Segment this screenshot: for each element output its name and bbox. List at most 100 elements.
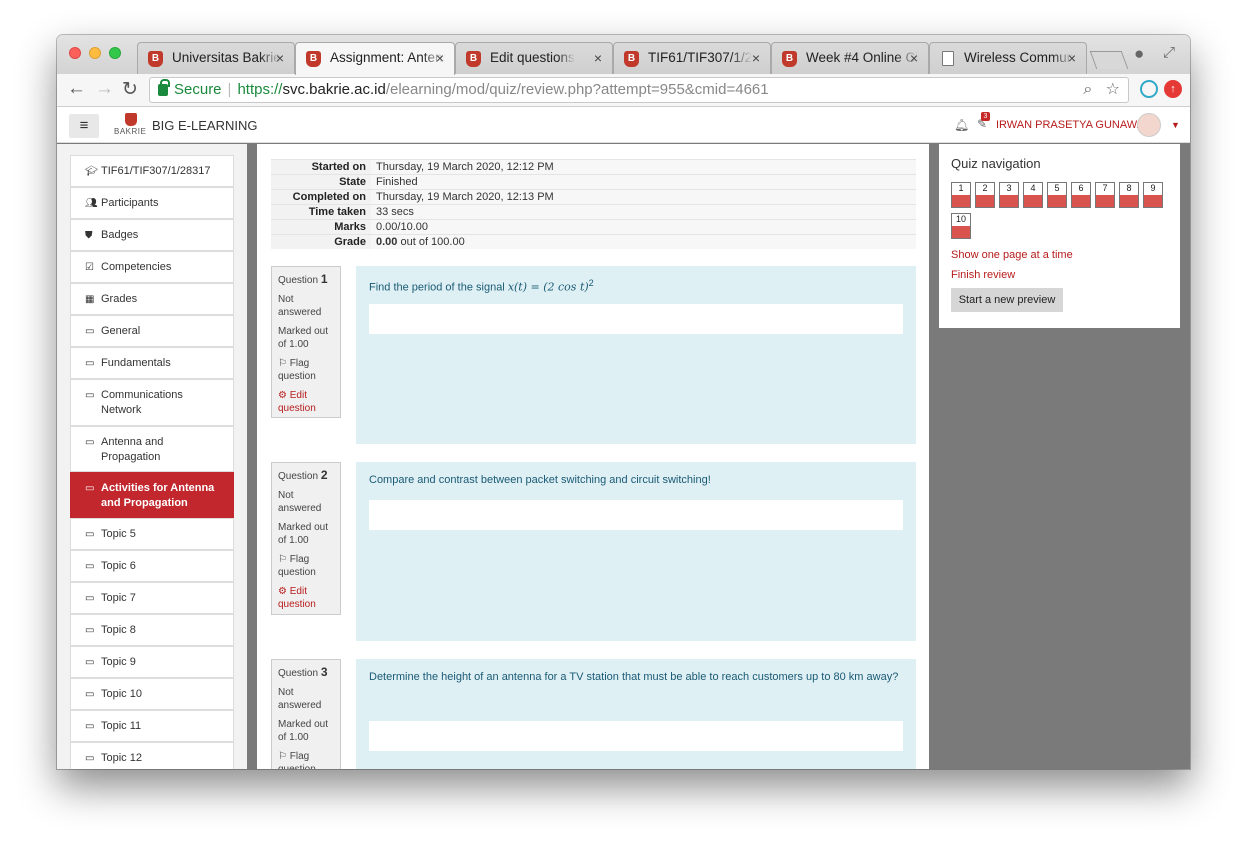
answer-area[interactable] (369, 500, 903, 530)
quiz-nav-button[interactable]: 4 (1023, 182, 1043, 208)
extension-icon[interactable] (1140, 80, 1158, 98)
bakrie-favicon-icon: B (466, 51, 481, 67)
edit-question-link[interactable]: ⚙ Edit question (278, 389, 334, 415)
tab-edit-questions[interactable]: B Edit questions × (455, 42, 613, 74)
quiz-nav-button[interactable]: 3 (999, 182, 1019, 208)
quiz-nav-button[interactable]: 7 (1095, 182, 1115, 208)
sidebar-item-competencies[interactable]: ☑ Competencies (70, 251, 234, 283)
tab-course[interactable]: B TIF61/TIF307/1/2 × (613, 42, 771, 74)
question-marks: Marked out of 1.00 (278, 522, 329, 546)
summary-value: 33 secs (371, 204, 916, 220)
quiz-nav-button[interactable]: 10 (951, 213, 971, 239)
chevron-down-icon[interactable]: ▼ (1171, 120, 1180, 130)
gear-icon: ⚙ (278, 390, 290, 401)
sidebar-item-antenna[interactable]: ▭ Antenna and Propagation (70, 426, 234, 472)
forward-icon[interactable]: → (95, 78, 114, 100)
extension-upload-icon[interactable]: ↑ (1164, 80, 1182, 98)
drawer-toggle-button[interactable]: ≡ (69, 114, 99, 138)
tab-close-icon[interactable]: × (594, 50, 602, 66)
sidebar-item-topic-8[interactable]: ▭ Topic 8 (70, 614, 234, 646)
finish-review-link[interactable]: Finish review (951, 269, 1015, 281)
close-window-button[interactable] (69, 47, 81, 59)
divider: | (227, 81, 232, 98)
avatar[interactable] (1137, 113, 1161, 137)
edit-question-link[interactable]: ⚙ Edit question (278, 585, 334, 611)
show-one-page-link[interactable]: Show one page at a time (951, 249, 1073, 261)
minimize-window-button[interactable] (89, 47, 101, 59)
sidebar-item-topic-5[interactable]: ▭ Topic 5 (70, 518, 234, 550)
sidebar-item-grades[interactable]: ▦ Grades (70, 283, 234, 315)
sidebar-item-participants[interactable]: 👥︎ Participants (70, 187, 234, 219)
sidebar-item-course[interactable]: 🎓︎ TIF61/TIF307/1/28317 (70, 155, 234, 187)
back-icon[interactable]: ← (67, 78, 86, 100)
sidebar-item-badges[interactable]: ⛊ Badges (70, 219, 234, 251)
sidebar-item-topic-6[interactable]: ▭ Topic 6 (70, 550, 234, 582)
tab-week4[interactable]: B Week #4 Online Cl × (771, 42, 929, 74)
fullscreen-icon[interactable]: ⤢ (1163, 44, 1175, 61)
zoom-icon[interactable]: ⌕ (1083, 81, 1092, 98)
site-name[interactable]: BIG E-LEARNING (152, 118, 257, 133)
summary-label: State (271, 174, 371, 190)
tab-close-icon[interactable]: × (752, 50, 760, 66)
tab-wireless[interactable]: Wireless Commun × (929, 42, 1087, 74)
question-marks: Marked out of 1.00 (278, 719, 329, 743)
sidebar-item-label: General (101, 325, 141, 337)
quiz-nav-button[interactable]: 5 (1047, 182, 1067, 208)
user-name[interactable]: IRWAN PRASETYA GUNAWAN (996, 119, 1152, 131)
tab-label: Week #4 Online Cl (806, 50, 919, 65)
question-marks: Marked out of 1.00 (278, 326, 329, 350)
answer-area[interactable] (369, 721, 903, 751)
flag-question-link[interactable]: ⚐ Flag question (278, 357, 334, 383)
folder-icon: ▭ (85, 358, 95, 369)
tab-close-icon[interactable]: × (1068, 50, 1076, 66)
question-text: Determine the height of an antenna for a… (369, 671, 899, 683)
address-bar[interactable]: Secure | https://svc.bakrie.ac.id/elearnin… (149, 77, 1129, 103)
bookmark-star-icon[interactable]: ☆ (1106, 81, 1120, 98)
grade-score: 0.00 (376, 236, 398, 248)
sidebar-item-topic-9[interactable]: ▭ Topic 9 (70, 646, 234, 678)
quiz-nav-button[interactable]: 8 (1119, 182, 1139, 208)
sidebar-item-topic-10[interactable]: ▭ Topic 10 (70, 678, 234, 710)
tab-close-icon[interactable]: × (910, 50, 918, 66)
grade-suffix: out of 100.00 (400, 236, 465, 248)
summary-label: Marks (271, 219, 371, 235)
sidebar-item-topic-7[interactable]: ▭ Topic 7 (70, 582, 234, 614)
sidebar-item-fundamentals[interactable]: ▭ Fundamentals (70, 347, 234, 379)
tab-universitas-bakrie[interactable]: B Universitas Bakrie × (137, 42, 295, 74)
quiz-nav-button[interactable]: 1 (951, 182, 971, 208)
answer-area[interactable] (369, 304, 903, 334)
checkbox-icon: ☑ (85, 262, 94, 273)
sidebar-item-topic-11[interactable]: ▭ Topic 11 (70, 710, 234, 742)
sidebar-item-label: Activities for Antenna and Propagation (101, 482, 215, 509)
flag-question-link[interactable]: ⚐ Flag question (278, 553, 334, 579)
reload-icon[interactable]: ↻ (122, 78, 138, 101)
bell-icon[interactable]: 🔔︎ (954, 118, 969, 132)
tab-close-icon[interactable]: × (436, 50, 444, 66)
sidebar-item-communications-network[interactable]: ▭ Communications Network (70, 379, 234, 426)
browser-window: B Universitas Bakrie × B Assignment: Ant… (57, 35, 1190, 769)
flag-icon: ⚐ (278, 554, 290, 565)
sidebar-item-general[interactable]: ▭ General (70, 315, 234, 347)
tab-assignment[interactable]: B Assignment: Antenna × (295, 42, 455, 75)
tab-label: Universitas Bakrie (172, 50, 281, 65)
new-tab-button[interactable] (1089, 51, 1129, 69)
sidebar-item-label: Topic 12 (101, 752, 142, 764)
attempt-summary-table: Started on Thursday, 19 March 2020, 12:12… (271, 159, 916, 249)
quiz-nav-button[interactable]: 9 (1143, 182, 1163, 208)
quiz-nav-button[interactable]: 2 (975, 182, 995, 208)
maximize-window-button[interactable] (109, 47, 121, 59)
quiz-nav-button[interactable]: 6 (1071, 182, 1091, 208)
profile-icon[interactable]: ● (1134, 44, 1144, 64)
sidebar-item-topic-12[interactable]: ▭ Topic 12 (70, 742, 234, 769)
flag-question-link[interactable]: ⚐ Flag question (278, 750, 334, 769)
bakrie-logo-icon (125, 113, 137, 126)
site-navbar: ≡ BAKRIE BIG E-LEARNING 🔔︎ ✎ 3 IRWAN PRA… (57, 108, 1190, 143)
sidebar-item-label: Antenna and Propagation (101, 436, 164, 463)
bakrie-favicon-icon: B (148, 51, 163, 67)
site-logo[interactable]: BAKRIE (114, 113, 150, 138)
sidebar-item-activities[interactable]: ▭ Activities for Antenna and Propagation (70, 472, 234, 518)
tab-close-icon[interactable]: × (276, 50, 284, 66)
omnibox-icons: ⌕ ☆ (1083, 78, 1120, 102)
start-new-preview-button[interactable]: Start a new preview (951, 288, 1063, 312)
url-scheme: https:// (237, 81, 283, 98)
